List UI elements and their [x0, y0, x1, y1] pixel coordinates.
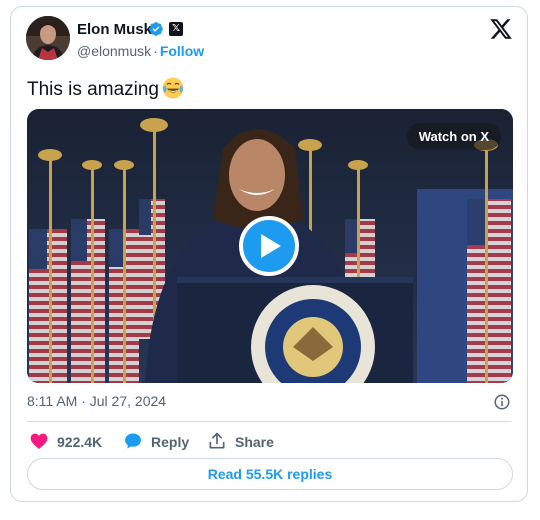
author-name[interactable]: Elon Musk — [77, 21, 152, 38]
heart-icon — [30, 433, 48, 449]
verified-badge-icon — [149, 22, 163, 36]
play-icon — [261, 234, 281, 258]
video-media[interactable]: Watch on X — [27, 109, 513, 383]
tweet-text-body: This is amazing — [27, 79, 159, 100]
read-replies-button[interactable]: Read 55.5K replies — [27, 458, 513, 490]
tweet-embed-card: Elon Musk 𝕏 @elonmusk · Follow This is ama… — [10, 6, 528, 502]
reply-button[interactable]: Reply — [123, 431, 189, 451]
follow-button[interactable]: Follow — [160, 43, 204, 59]
tweet-timestamp[interactable]: 8:11 AM · Jul 27, 2024 — [27, 393, 166, 409]
divider — [27, 421, 511, 422]
handle-row: @elonmusk · Follow — [77, 43, 204, 59]
watch-on-x-button[interactable]: Watch on X — [406, 123, 501, 150]
face-with-tears-of-joy-icon — [162, 77, 184, 99]
play-button[interactable] — [239, 216, 299, 276]
x-logo-icon[interactable] — [489, 17, 513, 41]
x-affiliate-badge-icon: 𝕏 — [169, 22, 183, 36]
avatar[interactable] — [26, 16, 70, 60]
share-button[interactable]: Share — [207, 431, 274, 451]
share-label: Share — [235, 434, 274, 450]
author-handle[interactable]: @elonmusk — [77, 43, 151, 59]
info-icon[interactable] — [493, 393, 511, 411]
tweet-text: This is amazing — [27, 77, 184, 101]
reply-bubble-icon — [125, 433, 141, 449]
reply-label: Reply — [151, 434, 190, 450]
like-count: 922.4K — [57, 434, 103, 450]
share-icon — [209, 432, 225, 449]
like-button[interactable]: 922.4K — [29, 431, 102, 451]
separator-dot: · — [153, 43, 158, 59]
